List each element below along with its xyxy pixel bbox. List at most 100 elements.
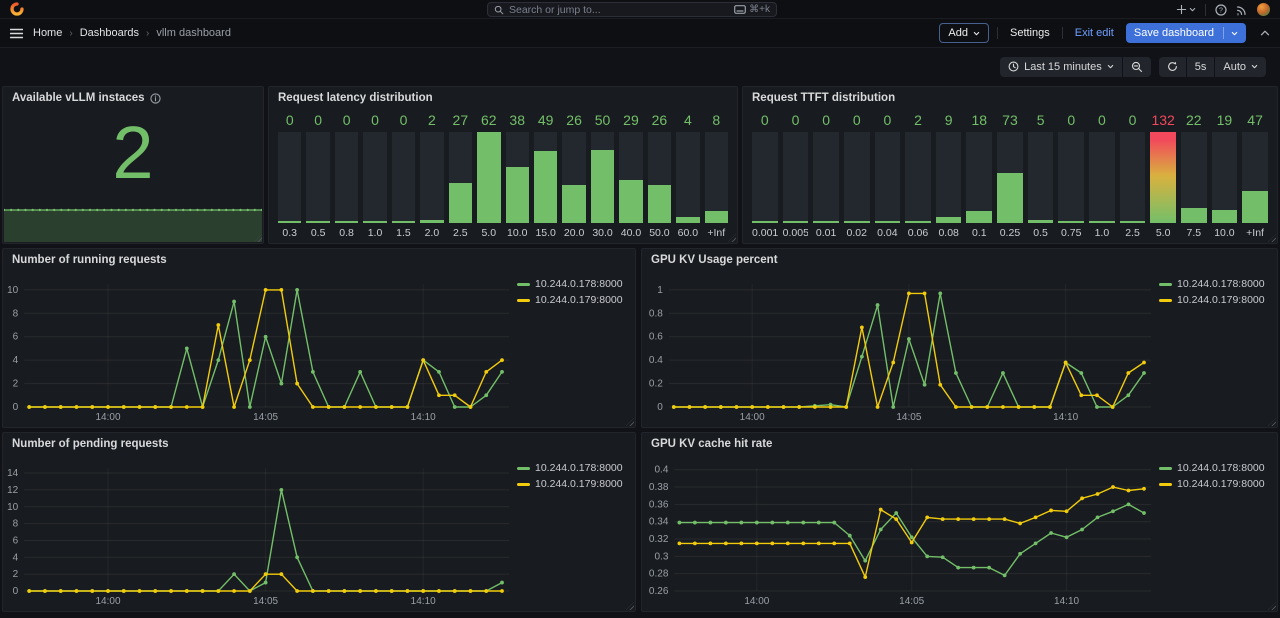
breadcrumb-dashboards[interactable]: Dashboards [80,27,139,39]
add-panel-button[interactable]: Add [939,23,989,43]
legend-series-name: 10.244.0.178:8000 [535,278,623,290]
breadcrumb-current-dashboard: vllm dashboard [156,27,231,39]
news-button[interactable] [1236,4,1248,16]
exit-edit-button[interactable]: Exit edit [1071,23,1118,43]
bar-fill [363,221,386,223]
legend-item[interactable]: 10.244.0.178:8000 [517,462,629,474]
bar-value: 73 [997,112,1023,130]
menu-toggle-icon[interactable] [10,28,23,39]
bar-column: 460.0 [676,112,699,238]
bar-fill [1120,221,1146,223]
bar-column: 1325.0 [1150,112,1176,238]
legend-item[interactable]: 10.244.0.179:8000 [1159,294,1271,306]
bar-fill [676,217,699,223]
bar-bucket-label: 10.0 [506,223,529,238]
legend-item[interactable]: 10.244.0.178:8000 [1159,278,1271,290]
bar-track [1150,132,1176,223]
bar-fill [705,211,728,223]
refresh-interval-label[interactable]: 5s [1187,57,1215,77]
panel-resize-handle[interactable] [1268,418,1276,426]
time-toolbar: Last 15 minutes 5s Auto [0,48,1280,85]
bar-track [335,132,358,223]
bar-fill [335,221,358,223]
chevron-down-icon [973,30,980,37]
bar-fill [844,221,870,223]
help-button[interactable]: ? [1215,4,1227,16]
legend-series-name: 10.244.0.178:8000 [1177,278,1265,290]
legend-item[interactable]: 10.244.0.179:8000 [517,294,629,306]
panel-title[interactable]: GPU KV Usage percent [651,254,778,266]
panel-resize-handle[interactable] [626,602,634,610]
legend-item[interactable]: 10.244.0.179:8000 [1159,478,1271,490]
panel-title[interactable]: Number of running requests [12,254,167,266]
panel-resize-handle[interactable] [626,418,634,426]
breadcrumb-home[interactable]: Home [33,27,62,39]
bar-value: 0 [1058,112,1084,130]
legend-swatch [517,283,530,286]
panel-title[interactable]: Number of pending requests [12,438,169,450]
legend: 10.244.0.178:8000 10.244.0.179:8000 [1159,278,1271,306]
panel-title[interactable]: Request latency distribution [278,92,433,104]
panel-resize-handle[interactable] [1268,234,1276,242]
legend: 10.244.0.178:8000 10.244.0.179:8000 [517,462,629,490]
collapse-toolbar-chevron-up-icon[interactable] [1260,29,1270,37]
bar-value: 26 [562,112,585,130]
bar-value: 5 [1028,112,1054,130]
bar-fill [477,132,500,223]
bar-value: 2 [420,112,443,130]
panel-request-latency-distribution: Request latency distribution 00.300.500.… [268,86,738,244]
bar-bucket-label: 0.02 [844,223,870,238]
save-dashboard-button[interactable]: Save dashboard [1126,23,1246,43]
panel-resize-handle[interactable] [1268,602,1276,610]
panel-resize-handle[interactable] [728,234,736,242]
bar-column: 01.0 [363,112,386,238]
svg-text:0.8: 0.8 [649,308,663,319]
bar-bucket-label: 2.5 [449,223,472,238]
bar-column: 730.25 [997,112,1023,238]
bar-fill [591,150,614,223]
bar-track [619,132,642,223]
panel-pending-requests: Number of pending requests 0246810121414… [2,432,636,612]
bar-track [905,132,931,223]
bar-column: 00.02 [844,112,870,238]
bar-value: 47 [1242,112,1268,130]
bar-value: 0 [335,112,358,130]
svg-text:0.34: 0.34 [649,517,669,528]
svg-text:14:05: 14:05 [896,412,921,423]
svg-text:4: 4 [13,552,19,563]
panel-title[interactable]: GPU KV cache hit rate [651,438,772,450]
grafana-logo[interactable] [10,2,24,16]
bar-track [997,132,1023,223]
search-input[interactable]: Search or jump to... ⌘+k [487,2,777,17]
bar-fill [1150,132,1176,223]
bar-column: 8+Inf [705,112,728,238]
add-new-button[interactable] [1176,4,1196,15]
panel-title[interactable]: Request TTFT distribution [752,92,895,104]
bar-track [477,132,500,223]
bar-bucket-label: 0.06 [905,223,931,238]
stat-value: 2 [3,103,263,203]
zoom-out-time-button[interactable] [1123,57,1151,77]
user-avatar[interactable] [1257,3,1270,16]
refresh-dashboard-button[interactable] [1159,57,1186,77]
bar-track [306,132,329,223]
bar-track [875,132,901,223]
time-range-picker[interactable]: Last 15 minutes [1000,57,1122,77]
bar-fill [966,211,992,223]
legend-item[interactable]: 10.244.0.178:8000 [517,278,629,290]
auto-refresh-picker[interactable]: Auto [1215,57,1266,77]
bar-fill [905,221,931,223]
legend-item[interactable]: 10.244.0.178:8000 [1159,462,1271,474]
svg-text:0.36: 0.36 [649,499,669,510]
legend-item[interactable]: 10.244.0.179:8000 [517,478,629,490]
legend-swatch [1159,467,1172,470]
divider [1205,4,1206,16]
svg-text:14:05: 14:05 [253,596,278,607]
panel-title[interactable]: Available vLLM instaces [12,92,161,104]
info-icon[interactable] [150,93,161,104]
settings-button[interactable]: Settings [1006,23,1054,43]
bar-track [752,132,778,223]
legend-swatch [517,483,530,486]
svg-text:0: 0 [13,402,19,413]
bar-fill [1212,210,1238,223]
